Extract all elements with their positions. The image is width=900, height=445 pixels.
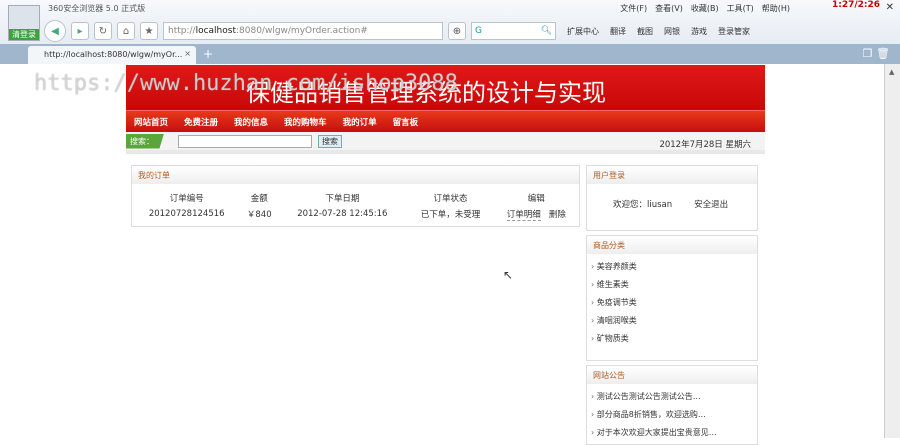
user-avatar[interactable]: 清登录	[8, 5, 40, 41]
ext-login-manager[interactable]: 登录管家	[718, 26, 750, 37]
col-order-id: 订单编号	[169, 194, 204, 204]
logout-link[interactable]: 安全退出	[694, 198, 728, 210]
refresh-icon[interactable]: ↻	[94, 22, 112, 40]
notice-item[interactable]: 对于本次欢迎大家提出宝贵意见…	[587, 424, 757, 442]
url-host: localhost	[195, 26, 236, 36]
order-detail-link[interactable]: 订单明细	[506, 210, 541, 221]
website: 保健品销售管理系统的设计与实现 https://www.huzhan.com/i…	[34, 65, 765, 445]
engine-icon[interactable]: G	[475, 26, 482, 36]
star-icon[interactable]: ★	[140, 22, 158, 40]
table-header: 订单编号 金额 下单日期 订单状态 编辑	[132, 190, 579, 206]
ext-games[interactable]: 游戏	[691, 26, 707, 37]
table-row: 20120728124516 ￥840 2012-07-28 12:45:16 …	[132, 206, 579, 222]
search-engine-box[interactable]: G 🔍︎	[471, 22, 556, 40]
col-status: 订单状态	[433, 194, 468, 204]
col-amount: 金额	[250, 194, 268, 204]
col-date: 下单日期	[325, 194, 360, 204]
toolbar: ◀ ▸ ↻ ⌂ ★ http://localhost:8080/wlgw/myO…	[44, 20, 900, 42]
main-nav: 网站首页 免费注册 我的信息 我的购物车 我的订单 留言板	[126, 110, 765, 132]
shield-icon[interactable]: ⊕	[448, 22, 466, 40]
current-date: 2012年7月28日 星期六	[659, 140, 751, 150]
order-status: 已下单，未受理	[420, 210, 481, 220]
tab-bar: http://localhost:8080/wlgw/myOr... × + ❐ …	[0, 44, 900, 64]
login-title: 用户登录	[587, 166, 757, 184]
browser-titlebar: 清登录 360安全浏览器 5.0 正式版 文件(F) 查看(V) 收藏(B) 工…	[0, 0, 900, 44]
nav-my-info[interactable]: 我的信息	[234, 116, 268, 128]
category-title: 商品分类	[587, 236, 757, 254]
scrollbar[interactable]: ▲	[884, 64, 900, 438]
search-input[interactable]	[178, 134, 312, 148]
scroll-up-icon[interactable]: ▲	[889, 68, 894, 76]
orders-table: 订单编号 金额 下单日期 订单状态 编辑 20120728124516 ￥840…	[132, 190, 579, 222]
col-edit: 编辑	[527, 194, 545, 204]
back-icon[interactable]: ◀	[44, 20, 66, 42]
address-bar[interactable]: http://localhost:8080/wlgw/myOrder.actio…	[163, 22, 443, 40]
category-item[interactable]: 美容养颜类	[587, 258, 757, 276]
order-actions: 订单明细 删除	[494, 206, 579, 222]
category-item[interactable]: 维生素类	[587, 276, 757, 294]
order-amount: ￥840	[246, 210, 272, 220]
search-button[interactable]: 搜索	[318, 134, 342, 148]
nav-cart[interactable]: 我的购物车	[284, 116, 327, 128]
menu-file[interactable]: 文件(F)	[620, 3, 647, 14]
search-bar: 搜索： 搜索 2012年7月28日 星期六	[126, 132, 765, 154]
mouse-cursor-icon: ↖	[503, 268, 514, 282]
notice-title: 网站公告	[587, 366, 757, 384]
app-title: 360安全浏览器 5.0 正式版	[48, 4, 146, 13]
menu-help[interactable]: 帮助(H)	[762, 3, 790, 14]
nav-home[interactable]: 网站首页	[134, 116, 168, 128]
nav-guestbook[interactable]: 留言板	[393, 116, 419, 128]
category-item[interactable]: 清咽润喉类	[587, 312, 757, 330]
category-item[interactable]: 免疫调节类	[587, 294, 757, 312]
tab-close-icon[interactable]: ×	[184, 49, 191, 58]
home-icon[interactable]: ⌂	[117, 22, 135, 40]
trash-icon[interactable]: ❐ 🗑︎	[863, 47, 890, 60]
order-id: 20120728124516	[148, 209, 225, 219]
banner: 保健品销售管理系统的设计与实现 https://www.huzhan.com/i…	[34, 65, 765, 110]
order-delete-link[interactable]: 删除	[549, 210, 566, 220]
search-icon[interactable]: 🔍︎	[541, 26, 552, 36]
new-tab-icon[interactable]: +	[203, 47, 213, 61]
tab-title: http://localhost:8080/wlgw/myOr...	[44, 50, 183, 59]
url-path: :8080/wlgw/myOrder.action#	[235, 26, 368, 36]
order-date: 2012-07-28 12:45:16	[297, 209, 388, 219]
ext-translate[interactable]: 翻译	[610, 26, 626, 37]
nav-my-orders[interactable]: 我的订单	[343, 116, 377, 128]
notice-panel: 网站公告 测试公告测试公告测试公告… 部分商品8折销售，欢迎选购… 对于本次欢迎…	[586, 365, 758, 445]
user-login-panel: 用户登录 欢迎您：liusan 安全退出	[586, 165, 758, 231]
category-panel: 商品分类 美容养颜类 维生素类 免疫调节类 清咽润喉类 矿物质类	[586, 235, 758, 361]
my-orders-panel: 我的订单 订单编号 金额 下单日期 订单状态 编辑 20120728124516…	[131, 165, 580, 227]
forward-icon[interactable]: ▸	[71, 22, 89, 40]
ext-bank[interactable]: 网银	[664, 26, 680, 37]
clock: 1:27/2:26	[832, 0, 881, 10]
welcome-text: 欢迎您：liusan	[613, 200, 673, 210]
watermark: https://www.huzhan.com/ishop3088	[34, 71, 458, 96]
notice-item[interactable]: 测试公告测试公告测试公告…	[587, 388, 757, 406]
login-label[interactable]: 清登录	[9, 29, 39, 40]
orders-title: 我的订单	[132, 166, 579, 184]
url-prefix: http://	[168, 26, 196, 36]
category-item[interactable]: 矿物质类	[587, 330, 757, 348]
menu-view[interactable]: 查看(V)	[655, 3, 683, 14]
nav-register[interactable]: 免费注册	[184, 116, 218, 128]
search-label: 搜索：	[126, 133, 164, 149]
ext-screenshot[interactable]: 截图	[637, 26, 653, 37]
tab-my-order[interactable]: http://localhost:8080/wlgw/myOr... ×	[28, 46, 196, 64]
close-icon[interactable]: ✕	[886, 2, 894, 13]
notice-item[interactable]: 部分商品8折销售，欢迎选购…	[587, 406, 757, 424]
menu-tools[interactable]: 工具(T)	[727, 3, 754, 14]
ext-center[interactable]: 扩展中心	[567, 26, 599, 37]
menu-bar: 文件(F) 查看(V) 收藏(B) 工具(T) 帮助(H)	[620, 3, 790, 14]
menu-favorites[interactable]: 收藏(B)	[691, 3, 719, 14]
